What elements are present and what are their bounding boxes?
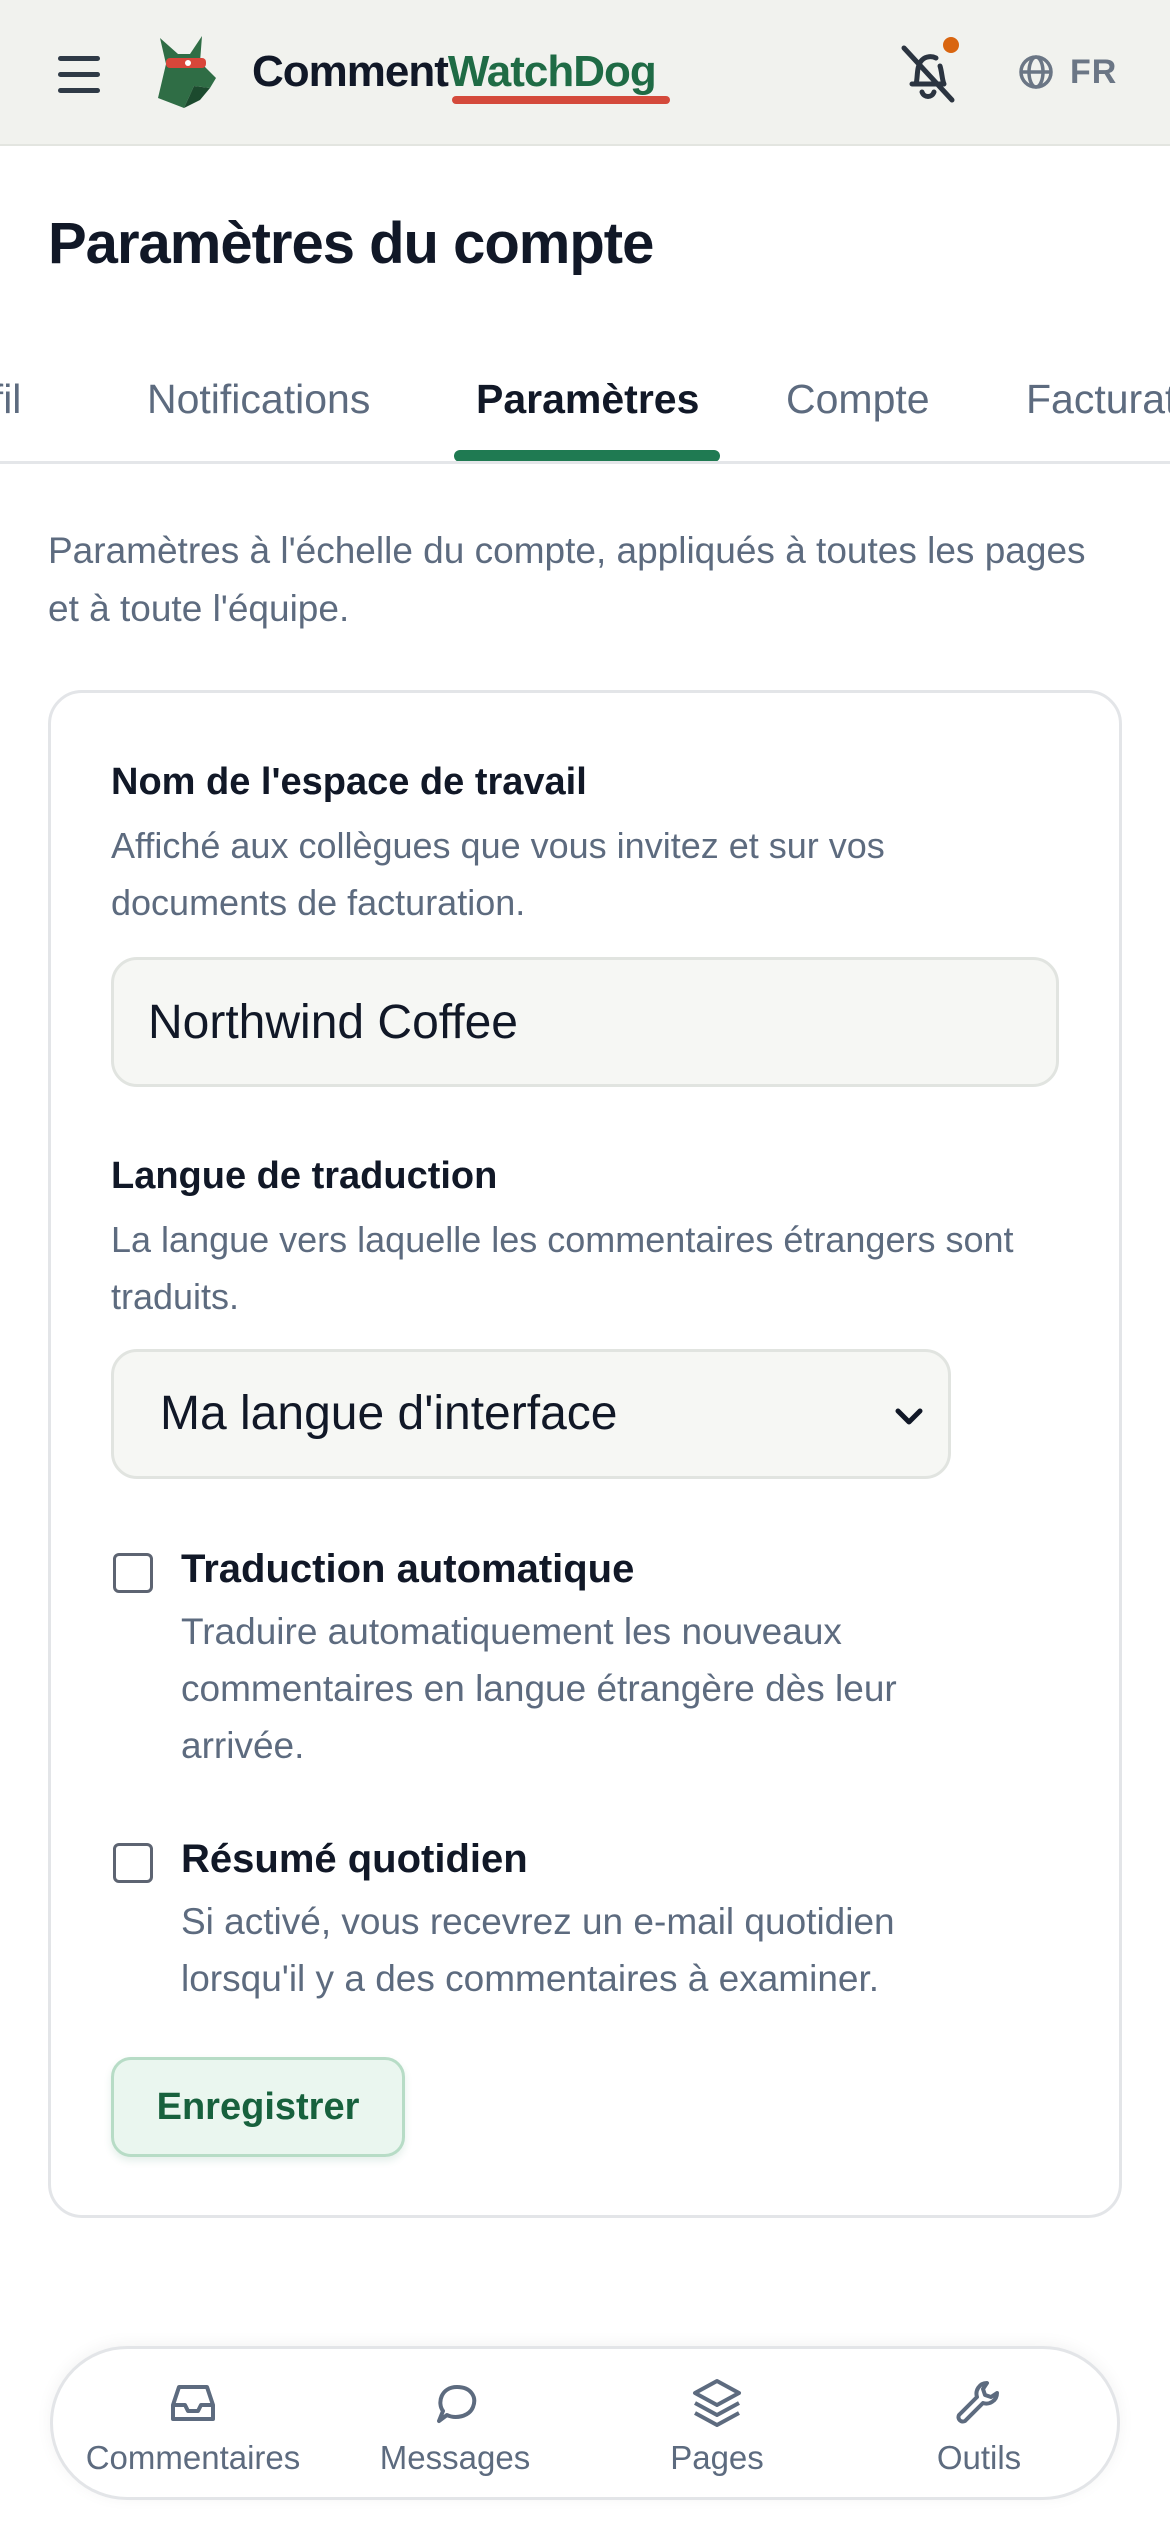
tab-facturation[interactable]: Facturation [1026,376,1170,423]
settings-card: Nom de l'espace de travail Affiché aux c… [48,690,1122,2218]
nav-item-outils[interactable]: Outils [859,2375,1099,2485]
nav-label-pages: Pages [670,2439,764,2476]
auto-translate-label: Traduction automatique [181,1547,635,1591]
watchdog-logo[interactable] [140,28,228,116]
nav-item-messages[interactable]: Messages [335,2375,575,2485]
language-code: FR [1070,52,1118,91]
inbox-icon [171,2385,215,2421]
app-header: CommentWatchDog FR [0,0,1170,146]
page-title: Paramètres du compte [48,211,654,276]
menu-button[interactable] [52,52,108,96]
save-button[interactable]: Enregistrer [111,2057,405,2157]
menu-icon-bar [58,88,100,93]
daily-summary-checkbox[interactable] [113,1843,153,1883]
auto-translate-help: Traduire automatiquement les nouveaux co… [181,1611,897,1766]
page-intro: Paramètres à l'échelle du compte, appliq… [48,530,1086,629]
menu-icon [58,56,100,61]
auto-translate-checkbox[interactable] [113,1553,153,1593]
translation-language-select[interactable]: Ma langue d'interface [111,1349,951,1479]
workspace-name-input[interactable] [111,957,1059,1087]
translation-language-value: Ma langue d'interface [160,1387,618,1440]
daily-summary-help: Si activé, vous recevrez un e-mail quoti… [181,1901,895,1999]
chevron-down-icon [895,1408,923,1425]
nav-label-messages: Messages [379,2439,531,2476]
chat-bubble-icon [437,2385,477,2423]
language-switcher[interactable]: FR [1016,50,1117,94]
layers-icon [693,2379,741,2427]
menu-icon-bar [58,72,100,77]
workspace-name-label: Nom de l'espace de travail [111,761,587,803]
translation-language-label: Langue de traduction [111,1155,498,1197]
tab-parametres[interactable]: Paramètres [476,376,699,423]
bottom-nav: Commentaires Messages Pages Outils [50,2346,1120,2500]
brand-name-part2: WatchDog [447,47,657,96]
brand-name-part1: Comment [252,47,449,96]
tab-compte[interactable]: Compte [786,376,930,423]
tab-notifications[interactable]: Notifications [147,376,370,423]
daily-summary-label: Résumé quotidien [181,1837,528,1881]
nav-item-commentaires[interactable]: Commentaires [73,2375,313,2485]
workspace-name-help: Affiché aux collègues que vous invitez e… [111,825,885,923]
tab-profil[interactable]: Profil [0,376,21,423]
nav-item-pages[interactable]: Pages [597,2375,837,2485]
nav-label-outils: Outils [936,2439,1022,2476]
nav-label-commentaires: Commentaires [85,2439,301,2476]
globe-icon [1019,55,1053,89]
wrench-icon [956,2381,999,2424]
active-tab-indicator [454,450,720,461]
notification-dot [940,34,962,56]
brand-name: CommentWatchDog [252,42,657,102]
settings-tabs: Profil Notifications Paramètres Compte F… [0,360,1170,464]
translation-language-help: La langue vers laquelle les commentaires… [111,1219,1014,1317]
brand-underline [452,96,670,104]
